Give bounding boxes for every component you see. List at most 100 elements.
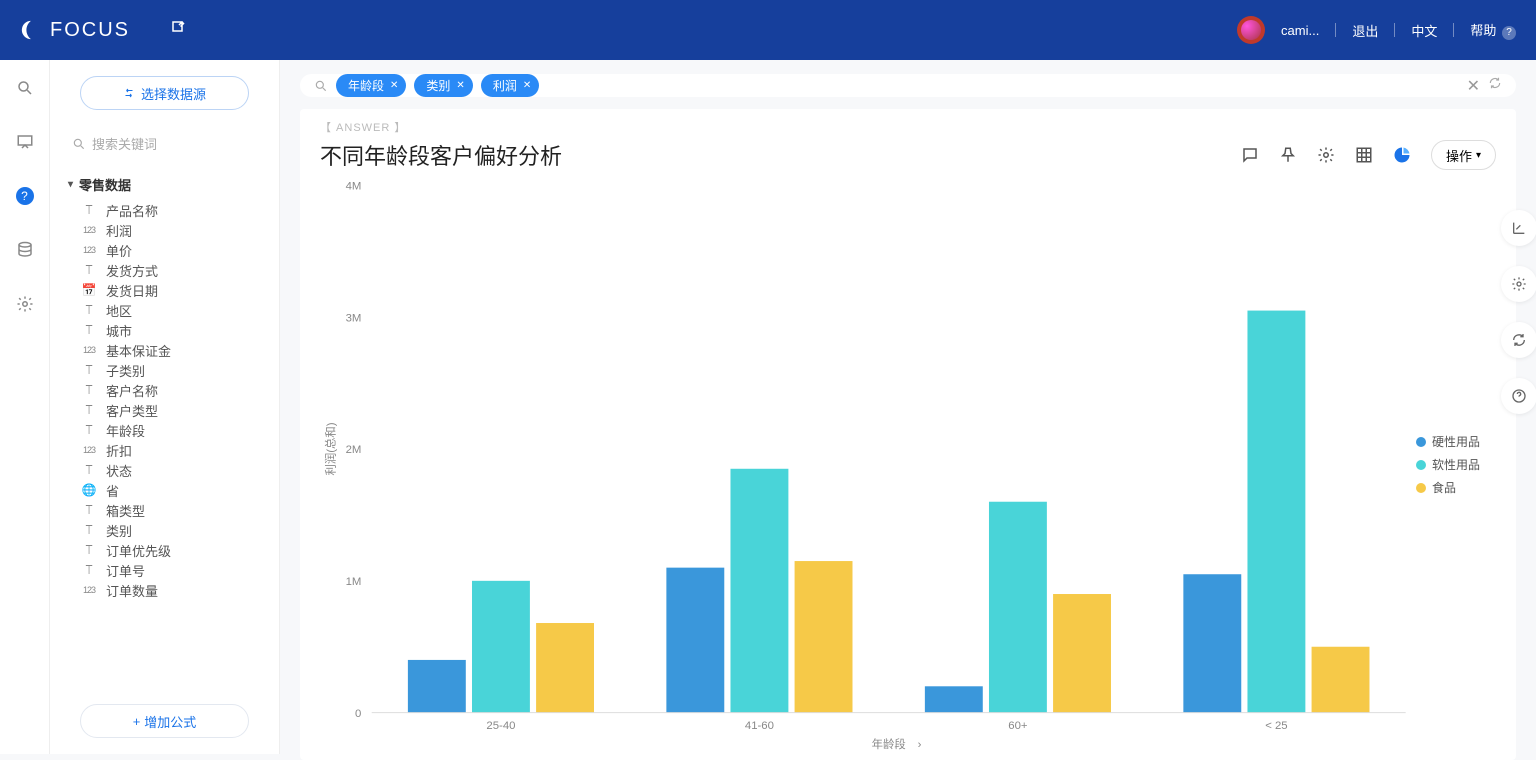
edit-icon-button[interactable] xyxy=(170,19,188,42)
field-item[interactable]: 123单价 xyxy=(70,240,279,260)
gear-icon xyxy=(16,295,34,313)
field-item[interactable]: 🌐省 xyxy=(70,480,279,500)
field-item[interactable]: ⟙状态 xyxy=(70,460,279,480)
number-icon: 123 xyxy=(80,345,98,355)
pill-remove-icon[interactable]: ✕ xyxy=(523,80,531,91)
pin-icon[interactable] xyxy=(1279,146,1297,164)
bar[interactable] xyxy=(1053,594,1111,713)
bar[interactable] xyxy=(1183,574,1241,712)
bar[interactable] xyxy=(536,623,594,713)
chart-help-button[interactable] xyxy=(1501,378,1536,414)
bar[interactable] xyxy=(730,469,788,713)
clear-query-button[interactable]: ✕ xyxy=(1467,76,1480,96)
avatar[interactable] xyxy=(1237,16,1265,44)
legend-item[interactable]: 软性用品 xyxy=(1416,456,1492,473)
datasource-group-header[interactable]: ▾ 零售数据 xyxy=(50,169,279,200)
bar[interactable] xyxy=(989,502,1047,713)
main-panel: 年龄段✕类别✕利润✕ ✕ 【 ANSWER 】 不同年龄段客户偏好分析 操作▾ … xyxy=(280,60,1536,754)
field-item[interactable]: ⟙子类别 xyxy=(70,360,279,380)
comment-icon[interactable] xyxy=(1241,146,1259,164)
card-toolbar: 操作▾ xyxy=(1241,140,1496,170)
operation-button[interactable]: 操作▾ xyxy=(1431,140,1496,170)
field-item[interactable]: ⟙城市 xyxy=(70,320,279,340)
bar[interactable] xyxy=(1247,311,1305,713)
field-label: 订单数量 xyxy=(106,581,158,600)
pill-remove-icon[interactable]: ✕ xyxy=(390,80,398,91)
field-label: 状态 xyxy=(106,461,132,480)
help-link[interactable]: 帮助 ? xyxy=(1470,20,1516,40)
field-item[interactable]: ⟙年龄段 xyxy=(70,420,279,440)
field-item[interactable]: 123利润 xyxy=(70,220,279,240)
exchange-icon xyxy=(123,87,135,99)
calendar-icon: 📅 xyxy=(80,283,98,297)
text-icon: ⟙ xyxy=(80,303,98,318)
number-icon: 123 xyxy=(80,245,98,255)
bar[interactable] xyxy=(408,660,466,713)
field-item[interactable]: ⟙产品名称 xyxy=(70,200,279,220)
chart-settings-button[interactable] xyxy=(1501,266,1536,302)
legend-label: 硬性用品 xyxy=(1432,433,1480,450)
field-item[interactable]: ⟙地区 xyxy=(70,300,279,320)
refresh-icon xyxy=(1511,332,1527,348)
chart-refresh-button[interactable] xyxy=(1501,322,1536,358)
field-label: 客户名称 xyxy=(106,381,158,400)
field-item[interactable]: ⟙客户名称 xyxy=(70,380,279,400)
svg-text:3M: 3M xyxy=(346,312,362,324)
field-label: 基本保证金 xyxy=(106,341,171,360)
language-link[interactable]: 中文 xyxy=(1411,21,1437,40)
pill-remove-icon[interactable]: ✕ xyxy=(456,80,464,91)
refresh-query-button[interactable] xyxy=(1488,76,1502,95)
field-item[interactable]: ⟙箱类型 xyxy=(70,500,279,520)
username[interactable]: cami... xyxy=(1281,23,1319,38)
chart-side-tools xyxy=(1501,210,1536,414)
bar[interactable] xyxy=(795,561,853,713)
pie-chart-icon[interactable] xyxy=(1393,146,1411,164)
rail-context-help[interactable]: ? xyxy=(13,184,37,208)
field-item[interactable]: 123折扣 xyxy=(70,440,279,460)
logout-link[interactable]: 退出 xyxy=(1352,21,1378,40)
bar[interactable] xyxy=(472,581,530,713)
field-label: 产品名称 xyxy=(106,201,158,220)
rail-search[interactable] xyxy=(13,76,37,100)
field-item[interactable]: 📅发货日期 xyxy=(70,280,279,300)
query-bar[interactable]: 年龄段✕类别✕利润✕ ✕ xyxy=(300,74,1516,97)
svg-text:›: › xyxy=(918,739,922,751)
add-formula-button[interactable]: + 增加公式 xyxy=(80,704,249,738)
bar[interactable] xyxy=(1312,647,1370,713)
help-question-icon: ? xyxy=(1502,26,1516,40)
field-item[interactable]: ⟙发货方式 xyxy=(70,260,279,280)
legend-item[interactable]: 硬性用品 xyxy=(1416,433,1492,450)
bar[interactable] xyxy=(925,686,983,712)
text-icon: ⟙ xyxy=(80,423,98,438)
field-label: 客户类型 xyxy=(106,401,158,420)
bar[interactable] xyxy=(666,568,724,713)
text-icon: ⟙ xyxy=(80,543,98,558)
field-item[interactable]: 123订单数量 xyxy=(70,580,279,600)
card-title: 不同年龄段客户偏好分析 xyxy=(320,139,562,171)
keyword-search[interactable]: 搜索关键词 xyxy=(66,130,263,157)
svg-text:2M: 2M xyxy=(346,444,362,456)
field-label: 订单号 xyxy=(106,561,145,580)
rail-presentation[interactable] xyxy=(13,130,37,154)
legend-item[interactable]: 食品 xyxy=(1416,479,1492,496)
query-pill[interactable]: 年龄段 ✕ xyxy=(336,74,406,97)
search-icon xyxy=(16,79,34,97)
field-item[interactable]: ⟙客户类型 xyxy=(70,400,279,420)
gear-icon[interactable] xyxy=(1317,146,1335,164)
chart-edit-axes-button[interactable] xyxy=(1501,210,1536,246)
query-pill[interactable]: 类别✕ xyxy=(414,74,472,97)
rail-database[interactable] xyxy=(13,238,37,262)
pill-label: 年龄段 xyxy=(348,77,384,94)
bar-chart: 01M2M3M4M利润(总和)25-4041-6060+< 25年龄段 › xyxy=(320,175,1416,754)
svg-text:25-40: 25-40 xyxy=(486,720,515,732)
table-icon[interactable] xyxy=(1355,146,1373,164)
select-datasource-button[interactable]: 选择数据源 xyxy=(80,76,249,110)
rail-settings[interactable] xyxy=(13,292,37,316)
text-icon: ⟙ xyxy=(80,323,98,338)
field-item[interactable]: 123 基本保证金 xyxy=(70,340,279,360)
field-item[interactable]: ⟙类别 xyxy=(70,520,279,540)
field-item[interactable]: ⟙订单优先级 xyxy=(70,540,279,560)
field-item[interactable]: ⟙订单号 xyxy=(70,560,279,580)
svg-text:年龄段: 年龄段 xyxy=(872,737,906,751)
query-pill[interactable]: 利润✕ xyxy=(481,74,539,97)
